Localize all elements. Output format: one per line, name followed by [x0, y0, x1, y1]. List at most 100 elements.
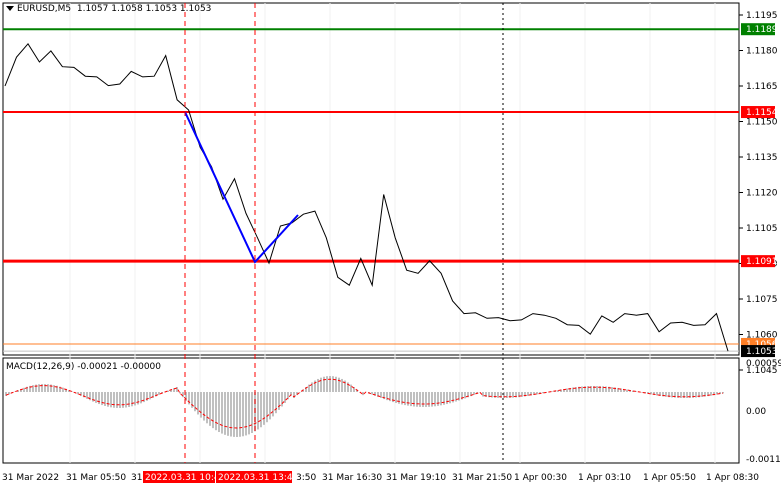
macd-axis-label: 0.00059: [746, 359, 781, 369]
macd-bar: [641, 392, 643, 393]
macd-bar: [431, 392, 433, 407]
price-tick-label: 1.1120: [746, 189, 778, 199]
time-label: 31 Mar 16:30: [322, 473, 382, 483]
level-tag-label: 1.1053: [746, 347, 778, 357]
price-panel: [2, 2, 740, 356]
price-tick-label: 1.1075: [746, 295, 778, 305]
macd-bar: [149, 392, 151, 400]
macd-bar: [206, 392, 208, 424]
chart-header: EURUSD,M5 1.1057 1.1058 1.1053 1.1053: [6, 4, 211, 14]
trading-chart[interactable]: 1.1195 1.1180 1.1165 1.1150 1.1135 1.1120 1.11…: [0, 0, 781, 489]
macd-bar: [326, 376, 328, 392]
macd-bar: [221, 392, 223, 434]
macd-bar: [116, 392, 118, 408]
macd-bar: [404, 392, 406, 406]
price-tick-label: 1.1150: [746, 118, 778, 128]
macd-bar: [380, 392, 382, 398]
macd-bar: [419, 392, 421, 407]
macd-bar: [329, 376, 331, 392]
macd-bar: [278, 392, 280, 410]
macd-bar: [260, 392, 262, 428]
macd-bar: [119, 392, 121, 408]
macd-bar: [464, 392, 466, 399]
macd-bar: [209, 392, 211, 426]
macd-bar: [122, 392, 124, 408]
macd-bar: [110, 392, 112, 408]
price-tick-label: 1.1135: [746, 153, 778, 163]
macd-axis-label: -0.00118: [746, 455, 781, 465]
macd-bar: [566, 388, 568, 392]
macd-bar: [230, 392, 232, 437]
macd-bar: [323, 376, 325, 392]
macd-bar: [311, 382, 313, 392]
macd-bar: [413, 392, 415, 407]
level-tag-label: 1.1091: [746, 257, 778, 267]
macd-bar: [350, 384, 352, 392]
macd-bar: [107, 392, 109, 407]
macd-bar: [266, 392, 268, 423]
macd-bar: [281, 392, 283, 407]
symbol-label: EURUSD,M5: [17, 4, 72, 14]
macd-bar: [257, 392, 259, 430]
level-tag-label: 1.1154: [746, 108, 778, 118]
macd-bar: [320, 377, 322, 392]
ohlc-label: 1.1057 1.1058 1.1053 1.1053: [76, 4, 212, 14]
macd-bar: [128, 392, 130, 407]
macd-bar: [455, 392, 457, 402]
macd-bar: [422, 392, 424, 407]
macd-bar: [263, 392, 265, 425]
macd-bar: [113, 392, 115, 408]
macd-bar: [437, 392, 439, 406]
macd-bar: [62, 387, 64, 392]
macd-bar: [215, 392, 217, 431]
macd-bar: [182, 392, 184, 398]
macd-bar: [125, 392, 127, 408]
time-label: 1 Apr 08:30: [706, 473, 759, 483]
macd-bar: [284, 392, 286, 403]
macd-bar: [218, 392, 220, 433]
dropdown-icon[interactable]: [6, 6, 14, 11]
macd-bar: [596, 386, 598, 392]
macd-bar: [611, 387, 613, 392]
time-label: 31 Mar 2022: [2, 473, 59, 483]
macd-bar: [425, 392, 427, 407]
macd-bar: [158, 392, 160, 395]
macd-bar: [446, 392, 448, 405]
macd-bar: [245, 392, 247, 436]
macd-bar: [269, 392, 271, 420]
macd-bar: [371, 392, 373, 395]
price-axis: 1.1195 1.1180 1.1165 1.1150 1.1135 1.1120 1.11…: [739, 11, 778, 376]
macd-bar: [341, 378, 343, 392]
macd-bar: [581, 386, 583, 392]
macd-bar: [434, 392, 436, 407]
macd-bar: [233, 392, 235, 437]
macd-bar: [131, 392, 133, 407]
macd-bar: [389, 392, 391, 402]
macd-bar: [203, 392, 205, 421]
time-label: 1 Apr 05:50: [643, 473, 696, 483]
macd-bar: [212, 392, 214, 429]
time-label: 1 Apr 03:10: [578, 473, 631, 483]
time-label: 31: [131, 473, 142, 483]
macd-bar: [398, 392, 400, 404]
time-axis: 31 Mar 2022 31 Mar 05:50 31 3:50 31 Mar 16:3…: [2, 471, 759, 483]
macd-bar: [227, 392, 229, 436]
macd-bar: [248, 392, 250, 435]
level-tag-label: 1.1189: [746, 25, 778, 35]
time-label: 1 Apr 00:30: [514, 473, 567, 483]
macd-bar: [251, 392, 253, 433]
price-tick-label: 1.1195: [746, 11, 778, 21]
macd-bar: [407, 392, 409, 406]
macd-bar: [224, 392, 226, 435]
macd-bar: [236, 392, 238, 437]
macd-bar: [410, 392, 412, 407]
macd-bar: [242, 392, 244, 437]
time-label: 31 Mar 19:10: [386, 473, 446, 483]
time-label: 3:50: [296, 473, 316, 483]
macd-bar: [272, 392, 274, 417]
macd-bar: [416, 392, 418, 407]
price-tick-label: 1.1180: [746, 47, 778, 57]
macd-bar: [23, 387, 25, 392]
macd-bar: [140, 392, 142, 404]
macd-label: MACD(12,26,9) -0.00021 -0.00000: [6, 362, 162, 372]
